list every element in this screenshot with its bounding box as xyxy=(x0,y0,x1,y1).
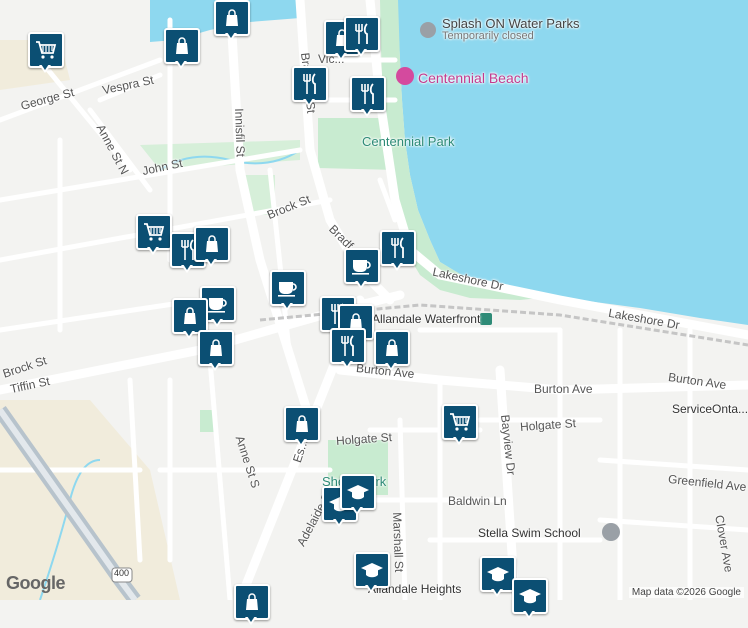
shopping-bag-icon xyxy=(172,298,208,334)
marker-pointer xyxy=(355,280,367,289)
marker-pointer xyxy=(175,60,187,69)
marker-pointer xyxy=(523,610,535,619)
marker-pointer xyxy=(333,518,345,527)
map-marker-school[interactable] xyxy=(340,474,376,518)
marker-pointer xyxy=(225,32,237,41)
map-marker-shopping-bag[interactable] xyxy=(284,406,320,450)
map-marker-cart[interactable] xyxy=(442,404,478,448)
shopping-bag-icon xyxy=(234,584,270,620)
shopping-bag-icon xyxy=(214,0,250,36)
map-marker-school[interactable] xyxy=(354,552,390,596)
serviceontario-label[interactable]: ServiceOnta... xyxy=(672,402,748,416)
street-baldwin: Baldwin Ln xyxy=(448,494,507,508)
marker-pointer xyxy=(209,362,221,371)
marker-pointer xyxy=(355,48,367,57)
map-marker-shopping-bag[interactable] xyxy=(194,226,230,270)
map-attribution: Map data ©2026 Google xyxy=(628,587,744,598)
marker-pointer xyxy=(385,362,397,371)
map-marker-shopping-bag[interactable] xyxy=(374,330,410,374)
coffee-icon xyxy=(270,270,306,306)
marker-pointer xyxy=(365,584,377,593)
shopping-bag-icon xyxy=(284,406,320,442)
map-marker-restaurant[interactable] xyxy=(350,76,386,120)
marker-pointer xyxy=(361,108,373,117)
marker-pointer xyxy=(453,436,465,445)
map-marker-school[interactable] xyxy=(512,578,548,622)
restaurant-icon xyxy=(380,230,416,266)
street-marshall: Marshall St xyxy=(390,512,407,573)
map-marker-coffee[interactable] xyxy=(270,270,306,314)
marker-pointer xyxy=(303,98,315,107)
marker-pointer xyxy=(245,616,257,625)
centennial-beach-label[interactable]: Centennial Beach xyxy=(418,70,529,86)
coffee-icon xyxy=(344,248,380,284)
marker-pointer xyxy=(391,262,403,271)
shopping-bag-icon xyxy=(164,28,200,64)
splash-status: Temporarily closed xyxy=(442,30,534,42)
stella-poi-dot[interactable] xyxy=(602,523,620,541)
cart-icon xyxy=(28,32,64,68)
shopping-bag-icon xyxy=(194,226,230,262)
stella-swim-label[interactable]: Stella Swim School xyxy=(478,526,581,540)
marker-pointer xyxy=(351,506,363,515)
school-icon xyxy=(512,578,548,614)
highway-number: 400 xyxy=(114,568,130,578)
street-innisfil: Innisfil St xyxy=(232,108,248,158)
map-marker-school[interactable] xyxy=(480,556,516,600)
marker-pointer xyxy=(39,64,51,73)
marker-pointer xyxy=(181,264,193,273)
shopping-bag-icon xyxy=(198,330,234,366)
map-marker-restaurant[interactable] xyxy=(380,230,416,274)
shopping-bag-icon xyxy=(374,330,410,366)
school-icon xyxy=(480,556,516,592)
map-marker-shopping-bag[interactable] xyxy=(234,584,270,628)
marker-pointer xyxy=(281,302,293,311)
cart-icon xyxy=(442,404,478,440)
map-marker-cart[interactable] xyxy=(136,214,172,258)
map-marker-restaurant[interactable] xyxy=(330,328,366,372)
google-logo: Google xyxy=(6,573,66,593)
school-icon xyxy=(354,552,390,588)
beach-poi-dot[interactable] xyxy=(396,67,414,85)
map-marker-shopping-bag[interactable] xyxy=(198,330,234,374)
splash-poi-dot[interactable] xyxy=(420,22,436,38)
map-marker-shopping-bag[interactable] xyxy=(164,28,200,72)
park-small xyxy=(200,410,214,432)
marker-pointer xyxy=(205,258,217,267)
map-marker-restaurant[interactable] xyxy=(292,66,328,110)
marker-pointer xyxy=(295,438,307,447)
marker-pointer xyxy=(491,588,503,597)
splash-label[interactable]: Splash ON Water Parks xyxy=(442,16,580,31)
restaurant-icon xyxy=(344,16,380,52)
restaurant-icon xyxy=(330,328,366,364)
restaurant-icon xyxy=(350,76,386,112)
station-icon[interactable] xyxy=(480,313,492,325)
map-marker-restaurant[interactable] xyxy=(344,16,380,60)
marker-pointer xyxy=(211,318,223,327)
centennial-park-label[interactable]: Centennial Park xyxy=(362,134,455,149)
cart-icon xyxy=(136,214,172,250)
map-marker-cart[interactable] xyxy=(28,32,64,76)
restaurant-icon xyxy=(292,66,328,102)
street-burton-2: Burton Ave xyxy=(534,382,593,396)
school-icon xyxy=(340,474,376,510)
allandale-waterfront-label[interactable]: Allandale Waterfront xyxy=(372,312,480,326)
marker-pointer xyxy=(341,360,353,369)
marker-pointer xyxy=(183,330,195,339)
marker-pointer xyxy=(147,246,159,255)
map-marker-shopping-bag[interactable] xyxy=(214,0,250,44)
map-marker-coffee[interactable] xyxy=(344,248,380,292)
